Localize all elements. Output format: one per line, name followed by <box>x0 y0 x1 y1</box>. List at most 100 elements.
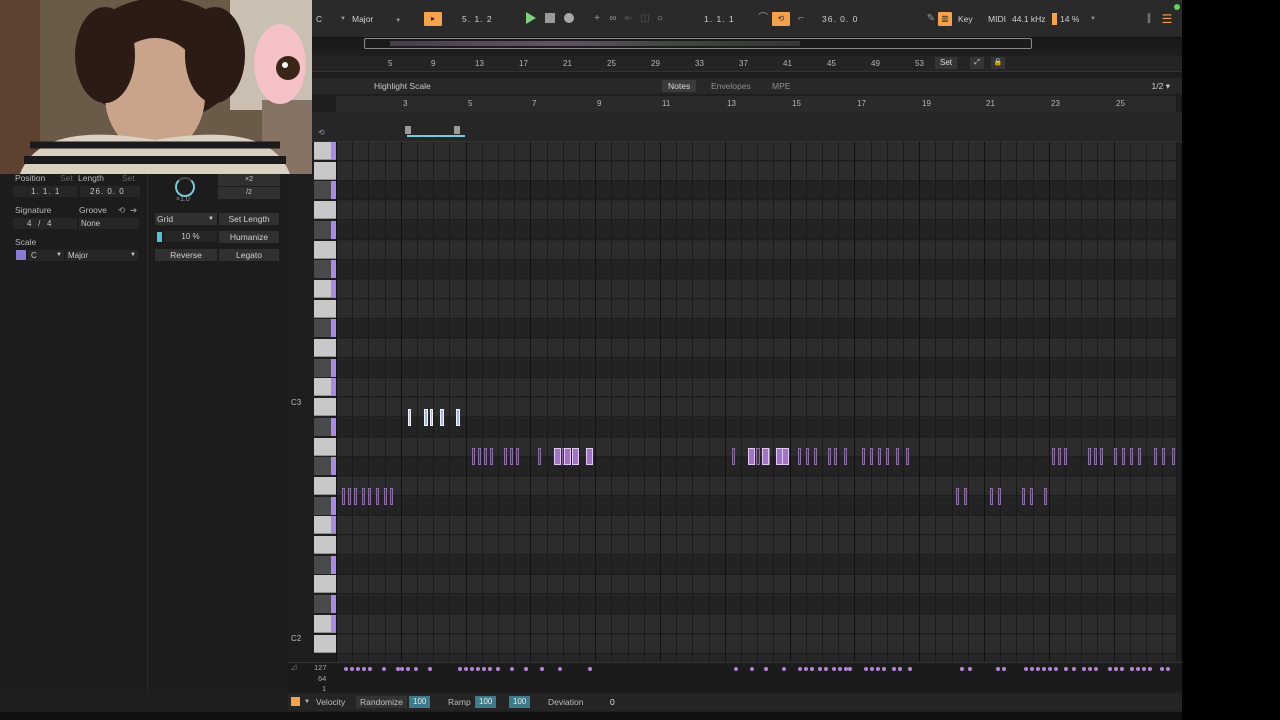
midi-note[interactable] <box>362 487 365 505</box>
midi-note[interactable] <box>1088 448 1091 466</box>
midi-note[interactable] <box>408 408 411 426</box>
punch-icon[interactable]: ⇤ <box>622 12 636 26</box>
velocity-marker[interactable] <box>838 667 842 671</box>
midi-note[interactable] <box>806 448 809 466</box>
midi-note[interactable] <box>844 448 847 466</box>
reverse-button[interactable]: Reverse <box>155 249 217 261</box>
key-root-select[interactable]: C <box>316 12 322 26</box>
midi-note[interactable] <box>1114 448 1117 466</box>
midi-note[interactable] <box>554 448 561 466</box>
midi-note[interactable] <box>956 487 959 505</box>
velocity-marker[interactable] <box>510 667 514 671</box>
note-row[interactable] <box>336 358 1176 378</box>
midi-note[interactable] <box>1138 448 1141 466</box>
piano-key[interactable] <box>314 417 336 436</box>
velocity-marker[interactable] <box>898 667 902 671</box>
velocity-marker[interactable] <box>362 667 366 671</box>
velocity-marker[interactable] <box>540 667 544 671</box>
velocity-marker[interactable] <box>464 667 468 671</box>
velocity-marker[interactable] <box>350 667 354 671</box>
midi-note[interactable] <box>368 487 371 505</box>
velocity-marker[interactable] <box>734 667 738 671</box>
humanize-button[interactable]: Humanize <box>219 231 279 243</box>
note-row[interactable] <box>336 536 1176 555</box>
velocity-marker[interactable] <box>1048 667 1052 671</box>
highlight-scale-toggle[interactable]: Highlight Scale <box>374 81 431 91</box>
velocity-marker[interactable] <box>1088 667 1092 671</box>
velocity-lane[interactable]: ◿ 127 64 1 <box>288 662 1182 693</box>
piano-key[interactable] <box>314 457 336 476</box>
velocity-marker[interactable] <box>882 667 886 671</box>
velocity-toggle-icon[interactable] <box>291 697 300 706</box>
length-set-button[interactable]: Set <box>122 173 135 183</box>
note-grid[interactable] <box>336 142 1176 662</box>
piano-key[interactable] <box>314 358 336 377</box>
midi-note[interactable] <box>878 448 881 466</box>
ramp-start[interactable]: 100 <box>475 696 497 708</box>
midi-note[interactable] <box>1052 448 1055 466</box>
midi-note[interactable] <box>354 487 357 505</box>
piano-key[interactable] <box>314 279 336 298</box>
midi-note[interactable] <box>1022 487 1025 505</box>
lock-icon[interactable]: 🔒 <box>991 57 1005 69</box>
midi-note[interactable] <box>440 408 444 426</box>
note-row[interactable] <box>336 161 1176 181</box>
velocity-marker[interactable] <box>864 667 868 671</box>
velocity-marker[interactable] <box>482 667 486 671</box>
velocity-marker[interactable] <box>1094 667 1098 671</box>
note-row[interactable] <box>336 614 1176 634</box>
midi-note[interactable] <box>572 448 579 466</box>
arrangement-ruler[interactable]: 5 9 13 17 21 25 29 33 37 41 45 49 53 Set… <box>312 56 1182 72</box>
note-row[interactable] <box>336 240 1176 260</box>
groove-hot-swap-icon[interactable]: ⟲ <box>118 205 125 216</box>
piano-key[interactable] <box>314 437 336 456</box>
piano-key[interactable] <box>314 476 336 495</box>
velocity-marker[interactable] <box>824 667 828 671</box>
piano-key[interactable] <box>314 260 336 279</box>
note-row[interactable] <box>336 220 1176 240</box>
velocity-marker[interactable] <box>368 667 372 671</box>
midi-note[interactable] <box>538 448 541 466</box>
midi-note[interactable] <box>886 448 889 466</box>
transpose-knob[interactable] <box>175 177 195 197</box>
midi-note[interactable] <box>998 487 1001 505</box>
note-row[interactable] <box>336 299 1176 319</box>
velocity-marker[interactable] <box>1148 667 1152 671</box>
velocity-marker[interactable] <box>764 667 768 671</box>
velocity-marker[interactable] <box>832 667 836 671</box>
groove-select[interactable]: None <box>79 218 139 229</box>
velocity-marker[interactable] <box>870 667 874 671</box>
velocity-marker[interactable] <box>782 667 786 671</box>
midi-note[interactable] <box>490 448 493 466</box>
velocity-marker[interactable] <box>1120 667 1124 671</box>
velocity-marker[interactable] <box>960 667 964 671</box>
midi-note[interactable] <box>384 487 387 505</box>
velocity-marker[interactable] <box>476 667 480 671</box>
note-row[interactable] <box>336 319 1176 339</box>
midi-note[interactable] <box>862 448 865 466</box>
velocity-marker[interactable] <box>558 667 562 671</box>
piano-key[interactable] <box>314 181 336 200</box>
position-field[interactable]: 1. 1. 1 <box>13 186 77 197</box>
piano-keyboard[interactable] <box>314 142 336 662</box>
velocity-marker[interactable] <box>1002 667 1006 671</box>
midi-note[interactable] <box>1044 487 1047 505</box>
velocity-marker[interactable] <box>1054 667 1058 671</box>
set-length-button[interactable]: Set Length <box>219 213 279 225</box>
piano-key[interactable] <box>314 240 336 259</box>
key-map-button[interactable]: Key <box>958 12 973 26</box>
add-icon[interactable]: + <box>590 12 604 26</box>
legato-button[interactable]: Legato <box>219 249 279 261</box>
velocity-marker[interactable] <box>1064 667 1068 671</box>
midi-note[interactable] <box>748 448 755 466</box>
position-set-button[interactable]: Set <box>60 173 73 183</box>
tab-envelopes[interactable]: Envelopes <box>705 80 757 92</box>
piano-key[interactable] <box>314 516 336 535</box>
piano-key[interactable] <box>314 339 336 357</box>
velocity-marker[interactable] <box>496 667 500 671</box>
piano-key[interactable] <box>314 496 336 515</box>
midi-note[interactable] <box>430 408 433 426</box>
midi-note[interactable] <box>376 487 379 505</box>
velocity-marker[interactable] <box>382 667 386 671</box>
midi-note[interactable] <box>732 448 735 466</box>
